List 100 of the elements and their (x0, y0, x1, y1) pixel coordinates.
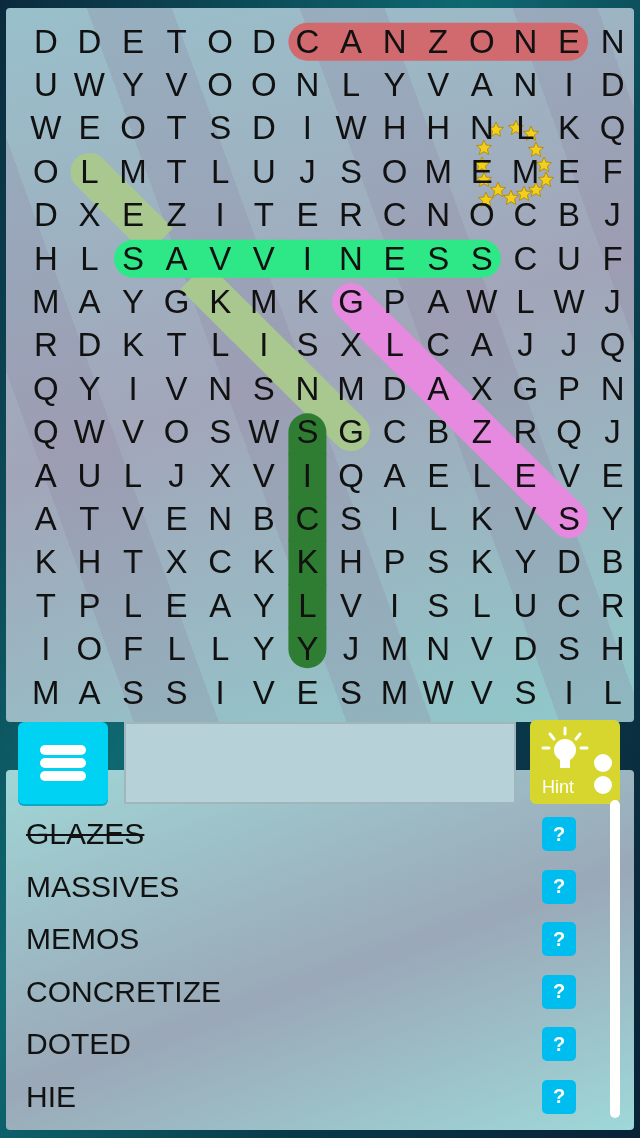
grid-letter[interactable]: K (198, 280, 242, 324)
grid-letter[interactable]: R (590, 584, 635, 628)
grid-letter[interactable]: A (67, 280, 112, 324)
grid-letter[interactable]: T (154, 106, 199, 151)
grid-letter[interactable]: A (460, 63, 504, 107)
grid-letter[interactable]: N (503, 63, 548, 107)
grid-letter[interactable]: H (590, 627, 635, 671)
grid-letter[interactable]: S (503, 671, 548, 715)
grid-letter[interactable]: I (285, 237, 330, 281)
grid-letter[interactable]: Q (329, 454, 373, 498)
grid-letter[interactable]: U (67, 454, 112, 498)
grid-letter[interactable]: S (198, 106, 242, 151)
grid-letter[interactable]: O (460, 193, 504, 237)
grid-letter[interactable]: J (154, 454, 199, 498)
grid-letter[interactable]: V (547, 454, 591, 498)
grid-letter[interactable]: X (460, 367, 504, 411)
grid-letter[interactable]: M (242, 280, 286, 324)
grid-letter[interactable]: B (590, 540, 635, 585)
grid-letter[interactable]: E (285, 193, 330, 237)
grid-letter[interactable]: C (416, 323, 460, 368)
grid-letter[interactable]: W (547, 280, 591, 324)
grid-letter[interactable]: C (503, 237, 548, 281)
grid-letter[interactable]: I (24, 627, 68, 671)
grid-letter[interactable]: O (24, 150, 68, 194)
grid-letter[interactable]: L (329, 63, 373, 107)
grid-letter[interactable]: L (590, 671, 635, 715)
grid-letter[interactable]: T (24, 584, 68, 628)
grid-letter[interactable]: U (24, 63, 68, 107)
grid-letter[interactable]: X (154, 540, 199, 585)
grid-letter[interactable]: I (198, 671, 242, 715)
grid-letter[interactable]: C (372, 193, 417, 237)
grid-letter[interactable]: L (416, 497, 460, 541)
grid-letter[interactable]: X (198, 454, 242, 498)
grid-letter[interactable]: E (111, 20, 155, 64)
grid-letter[interactable]: S (416, 584, 460, 628)
grid-letter[interactable]: K (111, 323, 155, 368)
grid-letter[interactable]: N (372, 20, 417, 64)
grid-letter[interactable]: N (416, 627, 460, 671)
grid-letter[interactable]: V (460, 627, 504, 671)
grid-letter[interactable]: C (372, 410, 417, 454)
grid-letter[interactable]: C (503, 193, 548, 237)
grid-letter[interactable]: O (198, 20, 242, 64)
grid-letter[interactable]: E (285, 671, 330, 715)
grid-letter[interactable]: M (372, 671, 417, 715)
grid-letter[interactable]: Y (111, 280, 155, 324)
grid-letter[interactable]: F (590, 237, 635, 281)
grid-letter[interactable]: D (242, 106, 286, 151)
grid-letter[interactable]: J (590, 193, 635, 237)
grid-letter[interactable]: Q (24, 410, 68, 454)
grid-letter[interactable]: K (547, 106, 591, 151)
grid-letter[interactable]: K (460, 540, 504, 585)
grid-letter[interactable]: L (67, 150, 112, 194)
grid-letter[interactable]: C (198, 540, 242, 585)
grid-letter[interactable]: I (198, 193, 242, 237)
grid-letter[interactable]: H (67, 540, 112, 585)
grid-letter[interactable]: L (111, 584, 155, 628)
grid-letter[interactable]: O (198, 63, 242, 107)
grid-letter[interactable]: J (590, 280, 635, 324)
grid-letter[interactable]: T (111, 540, 155, 585)
grid-letter[interactable]: Z (416, 20, 460, 64)
grid-letter[interactable]: D (24, 20, 68, 64)
grid-letter[interactable]: H (329, 540, 373, 585)
grid-letter[interactable]: J (329, 627, 373, 671)
grid-letter[interactable]: I (111, 367, 155, 411)
grid-letter[interactable]: W (67, 410, 112, 454)
grid-letter[interactable]: S (242, 367, 286, 411)
grid-letter[interactable]: M (372, 627, 417, 671)
grid-letter[interactable]: P (372, 280, 417, 324)
grid-letter[interactable]: S (416, 237, 460, 281)
grid-letter[interactable]: P (372, 540, 417, 585)
grid-letter[interactable]: A (24, 497, 68, 541)
grid-letter[interactable]: T (154, 323, 199, 368)
grid-letter[interactable]: Y (242, 627, 286, 671)
grid-letter[interactable]: N (285, 63, 330, 107)
grid-letter[interactable]: A (198, 584, 242, 628)
grid-letter[interactable]: D (242, 20, 286, 64)
grid-letter[interactable]: N (590, 367, 635, 411)
grid-letter[interactable]: K (285, 280, 330, 324)
grid-letter[interactable]: V (154, 367, 199, 411)
grid-letter[interactable]: S (285, 410, 330, 454)
grid-letter[interactable]: Y (111, 63, 155, 107)
grid-letter[interactable]: Y (242, 584, 286, 628)
grid-letter[interactable]: Z (154, 193, 199, 237)
grid-letter[interactable]: U (547, 237, 591, 281)
grid-letter[interactable]: K (285, 540, 330, 585)
grid-letter[interactable]: D (503, 627, 548, 671)
grid-letter[interactable]: L (460, 584, 504, 628)
grid-letter[interactable]: K (24, 540, 68, 585)
grid-letter[interactable]: L (111, 454, 155, 498)
grid-letter[interactable]: B (242, 497, 286, 541)
grid-letter[interactable]: I (285, 454, 330, 498)
grid-letter[interactable]: S (154, 671, 199, 715)
grid-letter[interactable]: I (372, 497, 417, 541)
grid-letter[interactable]: E (547, 20, 591, 64)
grid-letter[interactable]: S (416, 540, 460, 585)
grid-letter[interactable]: G (329, 410, 373, 454)
grid-letter[interactable]: A (372, 454, 417, 498)
grid-letter[interactable]: F (111, 627, 155, 671)
grid-letter[interactable]: U (242, 150, 286, 194)
grid-letter[interactable]: K (242, 540, 286, 585)
